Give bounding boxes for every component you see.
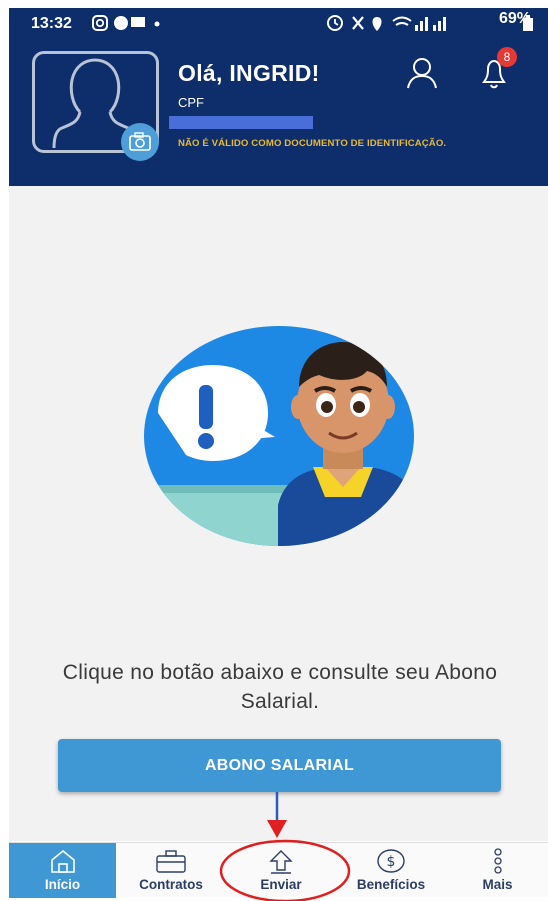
nav-item-contratos[interactable]: Contratos <box>116 843 226 898</box>
nav-label-inicio: Início <box>44 877 81 892</box>
nav-label-mais: Mais <box>482 877 513 892</box>
briefcase-icon <box>156 850 186 873</box>
notification-icons <box>92 15 160 31</box>
profile-icon[interactable] <box>405 56 439 90</box>
info-text: Clique no botão abaixo e consulte seu Ab… <box>62 661 498 713</box>
battery-percentage: 69% <box>498 10 531 27</box>
nav-item-mais[interactable]: Mais <box>446 843 548 898</box>
more-vertical-icon <box>493 848 502 874</box>
status-time: 13:32 <box>31 15 72 32</box>
nav-label-contratos: Contratos <box>139 877 203 892</box>
id-disclaimer: NÃO É VÁLIDO COMO DOCUMENTO DE IDENTIFIC… <box>178 138 447 149</box>
status-bar: 13:32 69% <box>9 8 548 38</box>
header: 13:32 69% Olá, INGRID! CPF NÃO É VÁLIDO … <box>9 8 548 186</box>
annotation-arrow <box>267 792 287 838</box>
annotation-circle <box>219 839 351 901</box>
alert-person-illustration <box>144 326 414 546</box>
dollar-circle-icon: $ <box>377 849 405 873</box>
cpf-value-redacted <box>169 116 313 129</box>
notification-badge: 8 <box>497 47 517 67</box>
change-photo-button[interactable] <box>121 123 159 161</box>
greeting: Olá, INGRID! <box>178 60 320 86</box>
app-screen: 13:32 69% Olá, INGRID! CPF NÃO É VÁLIDO … <box>0 0 548 901</box>
cpf-label: CPF <box>178 95 204 110</box>
nav-label-beneficios: Benefícios <box>356 877 426 892</box>
abono-salarial-button[interactable]: ABONO SALARIAL <box>58 739 501 792</box>
home-icon <box>50 849 75 873</box>
camera-icon <box>129 132 151 151</box>
nav-item-inicio[interactable]: Início <box>9 843 116 898</box>
nav-item-beneficios[interactable]: $ Benefícios <box>336 843 446 898</box>
svg-text:$: $ <box>387 854 396 870</box>
